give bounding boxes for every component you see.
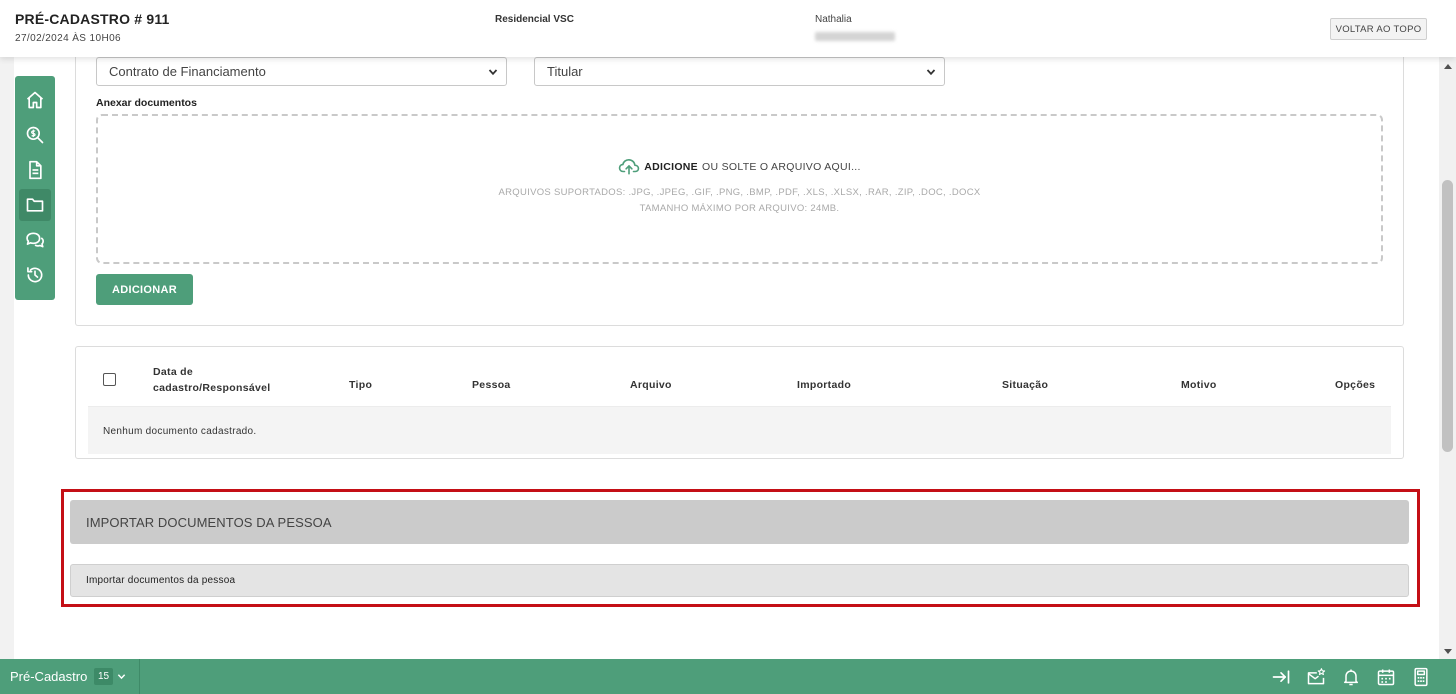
column-header-status: Situação [1002,379,1049,391]
scroll-down-arrow-icon[interactable] [1443,648,1453,656]
file-dropzone[interactable]: ADICIONE OU SOLTE O ARQUIVO AQUI... ARQU… [96,114,1383,264]
chat-icon [26,232,45,248]
chevron-down-icon [926,69,936,76]
side-nav [15,76,55,300]
column-header-date-line2: cadastro/Responsável [153,382,271,394]
bottom-bar: Pré-Cadastro 15 [0,659,1456,694]
dropzone-supported-types: ARQUIVOS SUPORTADOS: .JPG, .JPEG, .GIF, … [498,187,981,198]
folder-icon [26,198,44,212]
top-header: PRÉ-CADASTRO # 911 27/02/2024 ÀS 10H06 R… [0,0,1456,57]
left-gutter [0,57,14,659]
side-nav-finance[interactable] [19,119,51,151]
side-nav-history[interactable] [19,259,51,291]
side-nav-home[interactable] [19,84,51,116]
column-header-person: Pessoa [472,379,511,391]
user-name: Nathalia [815,14,852,25]
home-icon [26,91,44,109]
add-document-button[interactable]: ADICIONAR [96,274,193,305]
calendar-icon[interactable] [1376,667,1396,687]
person-select[interactable]: Titular [534,57,945,86]
document-type-select[interactable]: Contrato de Financiamento [96,57,507,86]
project-name: Residencial VSC [495,14,574,25]
table-empty-message: Nenhum documento cadastrado. [103,426,257,437]
person-value: Titular [547,64,583,79]
chevron-down-icon[interactable] [117,672,126,681]
calculator-icon[interactable] [1411,667,1431,687]
back-to-top-button[interactable]: VOLTAR AO TOPO [1330,18,1427,40]
collapse-right-icon[interactable] [1271,667,1291,687]
import-section-title: IMPORTAR DOCUMENTOS DA PESSOA [86,515,332,530]
side-nav-files[interactable] [19,189,51,221]
money-search-icon [26,126,44,144]
mail-star-icon[interactable] [1306,667,1326,687]
page-date: 27/02/2024 ÀS 10H06 [15,33,122,44]
column-header-imported: Importado [797,379,852,391]
select-all-checkbox[interactable] [103,373,116,386]
column-header-options: Opções [1335,379,1376,391]
side-nav-messages[interactable] [19,224,51,256]
scrollbar-thumb[interactable] [1442,180,1453,452]
page: PRÉ-CADASTRO # 911 27/02/2024 ÀS 10H06 R… [0,0,1456,694]
dropzone-drop-text: OU SOLTE O ARQUIVO AQUI... [702,161,861,173]
chevron-down-icon [488,69,498,76]
user-info-blurred [815,32,895,41]
import-section-header[interactable]: IMPORTAR DOCUMENTOS DA PESSOA [70,500,1409,544]
cloud-upload-icon [618,158,640,175]
documents-table: Data de cadastro/Responsável Tipo Pessoa… [75,346,1404,459]
scroll-up-arrow-icon[interactable] [1443,62,1453,70]
side-nav-documents[interactable] [19,154,51,186]
column-header-reason: Motivo [1181,379,1217,391]
column-header-type: Tipo [349,379,373,391]
bottom-bar-divider [139,659,140,694]
document-type-value: Contrato de Financiamento [109,64,266,79]
column-header-date-line1: Data de [153,366,194,378]
bottom-bar-count-badge: 15 [94,668,113,685]
dropzone-main-text: ADICIONE OU SOLTE O ARQUIVO AQUI... [98,158,1381,176]
import-documents-item[interactable]: Importar documentos da pessoa [70,564,1409,597]
column-header-date: Data de cadastro/Responsável [153,364,270,396]
bell-icon[interactable] [1341,667,1361,687]
page-title: PRÉ-CADASTRO # 911 [15,11,170,27]
column-header-file: Arquivo [630,379,672,391]
dropzone-max-size: TAMANHO MÁXIMO POR ARQUIVO: 24MB. [639,203,840,214]
bottom-bar-label[interactable]: Pré-Cadastro [10,669,87,684]
document-icon [29,160,42,180]
table-empty-row: Nenhum documento cadastrado. [88,406,1391,454]
attach-documents-label: Anexar documentos [96,97,197,109]
import-documents-label: Importar documentos da pessoa [86,575,236,586]
history-icon [27,267,43,283]
dropzone-add-action[interactable]: ADICIONE [644,161,698,173]
